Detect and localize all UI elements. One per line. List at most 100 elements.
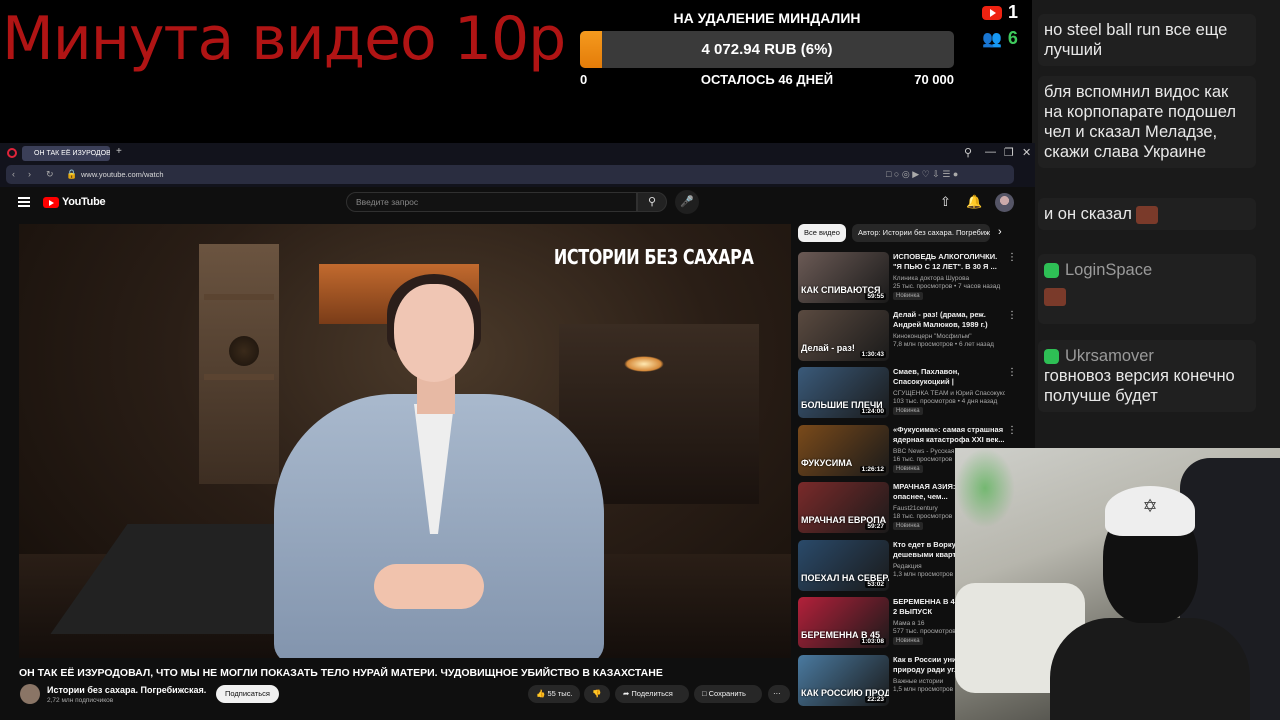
voice-search-button[interactable]: 🎤 — [675, 190, 699, 214]
opera-logo-icon[interactable] — [7, 148, 17, 158]
chip-all-videos[interactable]: Все видео — [798, 224, 846, 242]
recommended-video[interactable]: БОЛЬШИЕ ПЛЕЧИ 1:24:00 Смаев, Пахлавон, Спа… — [798, 367, 1023, 421]
shelf — [204, 294, 274, 300]
youtube-logo-text: YouTube — [62, 196, 106, 208]
video-duration: 22:23 — [865, 695, 886, 703]
webcam-overlay: ✡ — [955, 448, 1280, 720]
thumbs-up-icon: 👍 — [536, 689, 546, 698]
youtube-icon — [982, 5, 1002, 20]
save-label: Сохранить — [708, 689, 746, 698]
video-brand-overlay: ИСТОРИИ БЕЗ САХАРА — [553, 245, 753, 269]
users-icon: 👥 — [982, 30, 1002, 48]
presenter-face — [394, 284, 474, 382]
youtube-viewers-stat: 1 — [982, 2, 1018, 23]
forward-icon[interactable]: › — [28, 165, 31, 184]
like-button[interactable]: 👍 55 тыс. — [528, 685, 580, 703]
youtube-count: 1 — [1008, 2, 1019, 22]
recommended-video[interactable]: КАК СПИВАЮТСЯ 59:55 ИСПОВЕДЬ АЛКОГОЛИЧКИ. … — [798, 252, 1023, 306]
youtube-logo[interactable]: YouTube — [43, 196, 106, 208]
mic-icon: 🎤 — [680, 196, 694, 208]
search-icon: ⚲ — [647, 196, 657, 208]
share-icon: ➦ — [623, 689, 630, 698]
recommended-meta: 103 тыс. просмотров • 4 дня назад — [893, 398, 998, 405]
search-input[interactable]: Введите запрос — [346, 192, 637, 212]
new-badge: Новинка — [893, 522, 923, 530]
video-thumbnail[interactable]: КАК РОССИЮ ПРОДАЮТ КИТАЮ22:23 — [798, 654, 889, 706]
video-thumbnail[interactable]: БОЛЬШИЕ ПЛЕЧИ 1:24:00 — [798, 367, 889, 418]
chevron-right-icon[interactable]: › — [998, 226, 1002, 238]
video-thumbnail[interactable]: ПОЕХАЛ НА СЕВЕРА 53:02 — [798, 539, 889, 591]
chat-message: бля вспомнил видос как на корпопарате по… — [1038, 76, 1256, 168]
video-player[interactable]: ИСТОРИИ БЕЗ САХАРА — [19, 224, 791, 658]
more-icon[interactable]: ⋮ — [1007, 310, 1017, 321]
video-thumbnail[interactable]: ФУКУСИМА 1:26:12 — [798, 424, 889, 476]
subscribe-button[interactable]: Подписаться — [216, 685, 279, 703]
video-thumbnail[interactable]: МРАЧНАЯ ЕВРОПА 59:27 — [798, 482, 889, 533]
recommended-channel[interactable]: СГУЩЕНКА TEAM и Юрий Спасокукоц... — [893, 390, 1005, 397]
close-icon[interactable]: ✕ — [1022, 146, 1031, 159]
more-icon[interactable]: ⋮ — [1007, 425, 1017, 436]
back-icon[interactable]: ‹ — [12, 165, 15, 184]
search-button[interactable]: ⚲ — [637, 192, 667, 212]
video-thumbnail[interactable]: БЕРЕМЕННА В 45 1:03:08 — [798, 597, 889, 648]
video-duration: 1:26:12 — [859, 465, 886, 473]
search-tabs-icon[interactable]: ⚲ — [964, 146, 972, 159]
share-label: Поделиться — [631, 689, 673, 698]
presenter-hands — [374, 564, 484, 609]
recommended-meta: 25 тыс. просмотров • 7 часов назад — [893, 283, 1001, 290]
like-count: 55 тыс. — [547, 689, 573, 698]
recommended-meta: 7,8 млн просмотров • 6 лет назад — [893, 340, 994, 348]
channel-avatar[interactable] — [20, 684, 40, 704]
promo-text: Минута видео 10р — [2, 4, 566, 74]
share-button[interactable]: ➦ Поделиться — [615, 685, 689, 703]
maximize-icon[interactable]: ❐ — [1004, 146, 1014, 159]
new-badge: Новинка — [893, 407, 923, 415]
recommended-video[interactable]: Делай - раз! 1:30:43 Делай - раз! (драма, … — [798, 309, 1023, 364]
more-icon[interactable]: ⋮ — [1007, 367, 1017, 378]
kick-badge-icon — [1044, 262, 1059, 278]
upload-icon[interactable]: ⇧ — [940, 194, 951, 210]
notifications-icon[interactable]: 🔔 — [966, 194, 982, 210]
recommended-channel[interactable]: Киноконцерн "Мосфильм" — [893, 333, 1005, 340]
chat-message-text: говновоз версия конечно получше будет — [1044, 367, 1235, 405]
chat-message: и он сказал — [1038, 198, 1256, 230]
save-button[interactable]: □ Сохранить — [694, 685, 762, 703]
new-tab-icon[interactable]: + — [116, 147, 126, 157]
donation-goal-amount: 4 072.94 RUB (6%) — [701, 41, 833, 58]
channel-name[interactable]: Истории без сахара. Погребижская. — [47, 685, 206, 695]
video-duration: 1:03:08 — [859, 638, 886, 645]
recommended-title[interactable]: Делай - раз! (драма, реж. Андрей Малюков… — [893, 310, 1005, 330]
thumbs-down-icon: 👎 — [592, 689, 602, 698]
kick-badge-icon — [1044, 348, 1059, 364]
video-thumbnail[interactable]: Делай - раз! 1:30:43 — [798, 309, 889, 361]
chat-message: LoginSpace — [1038, 254, 1256, 324]
video-duration: 59:55 — [865, 293, 886, 300]
chat-message: но steel ball run все еще лучший — [1038, 14, 1256, 66]
avatar[interactable] — [995, 193, 1014, 212]
more-actions-button[interactable]: ⋯ — [768, 685, 790, 703]
donation-goal-max: 70 000 — [914, 72, 954, 87]
chat-message-text: но steel ball run все еще лучший — [1044, 21, 1228, 59]
chip-author[interactable]: Автор: Истории без сахара. Погребижская — [852, 224, 990, 242]
video-thumbnail[interactable]: КАК СПИВАЮТСЯ 59:55 — [798, 252, 889, 303]
chat-panel: но steel ball run все еще лучший бля всп… — [1032, 0, 1280, 450]
viewer-count: 6 — [1007, 28, 1018, 48]
bookmark-icon: □ — [702, 689, 707, 698]
browser-tab[interactable]: ОН ТАК ЕЁ ИЗУРОДОВАЛ — [22, 146, 110, 161]
reload-icon[interactable]: ↻ — [46, 165, 54, 184]
new-badge: Новинка — [893, 464, 923, 473]
recommended-title[interactable]: Смаев, Пахлавон, Спасокукоцкий | Трениро… — [893, 367, 1005, 387]
menu-icon[interactable] — [18, 197, 30, 207]
dislike-button[interactable]: 👎 — [584, 685, 610, 703]
extensions-icon[interactable]: □ ○ ◎ ▶ ♡ ⇩ ☰ ● — [886, 165, 958, 184]
more-icon[interactable]: ⋮ — [1007, 252, 1017, 263]
recommended-channel[interactable]: Клиника доктора Шурова — [893, 275, 1005, 282]
chat-message-text: и он сказал — [1044, 205, 1132, 223]
recommended-title[interactable]: ИСПОВЕДЬ АЛКОГОЛИЧКИ. "Я ПЬЮ С 12 ЛЕТ". … — [893, 252, 1005, 272]
url-field[interactable]: ‹ › ↻ 🔒 www.youtube.com/watch □ ○ ◎ ▶ ♡ … — [6, 165, 1014, 184]
tab-bar: ОН ТАК ЕЁ ИЗУРОДОВАЛ + ⚲ — ❐ ✕ — [0, 143, 1035, 163]
video-duration: 1:24:00 — [859, 408, 886, 415]
recommended-title[interactable]: «Фукусима»: самая страшная ядерная катас… — [893, 425, 1005, 445]
chat-user: LoginSpace — [1044, 260, 1250, 280]
minimize-icon[interactable]: — — [985, 146, 996, 158]
